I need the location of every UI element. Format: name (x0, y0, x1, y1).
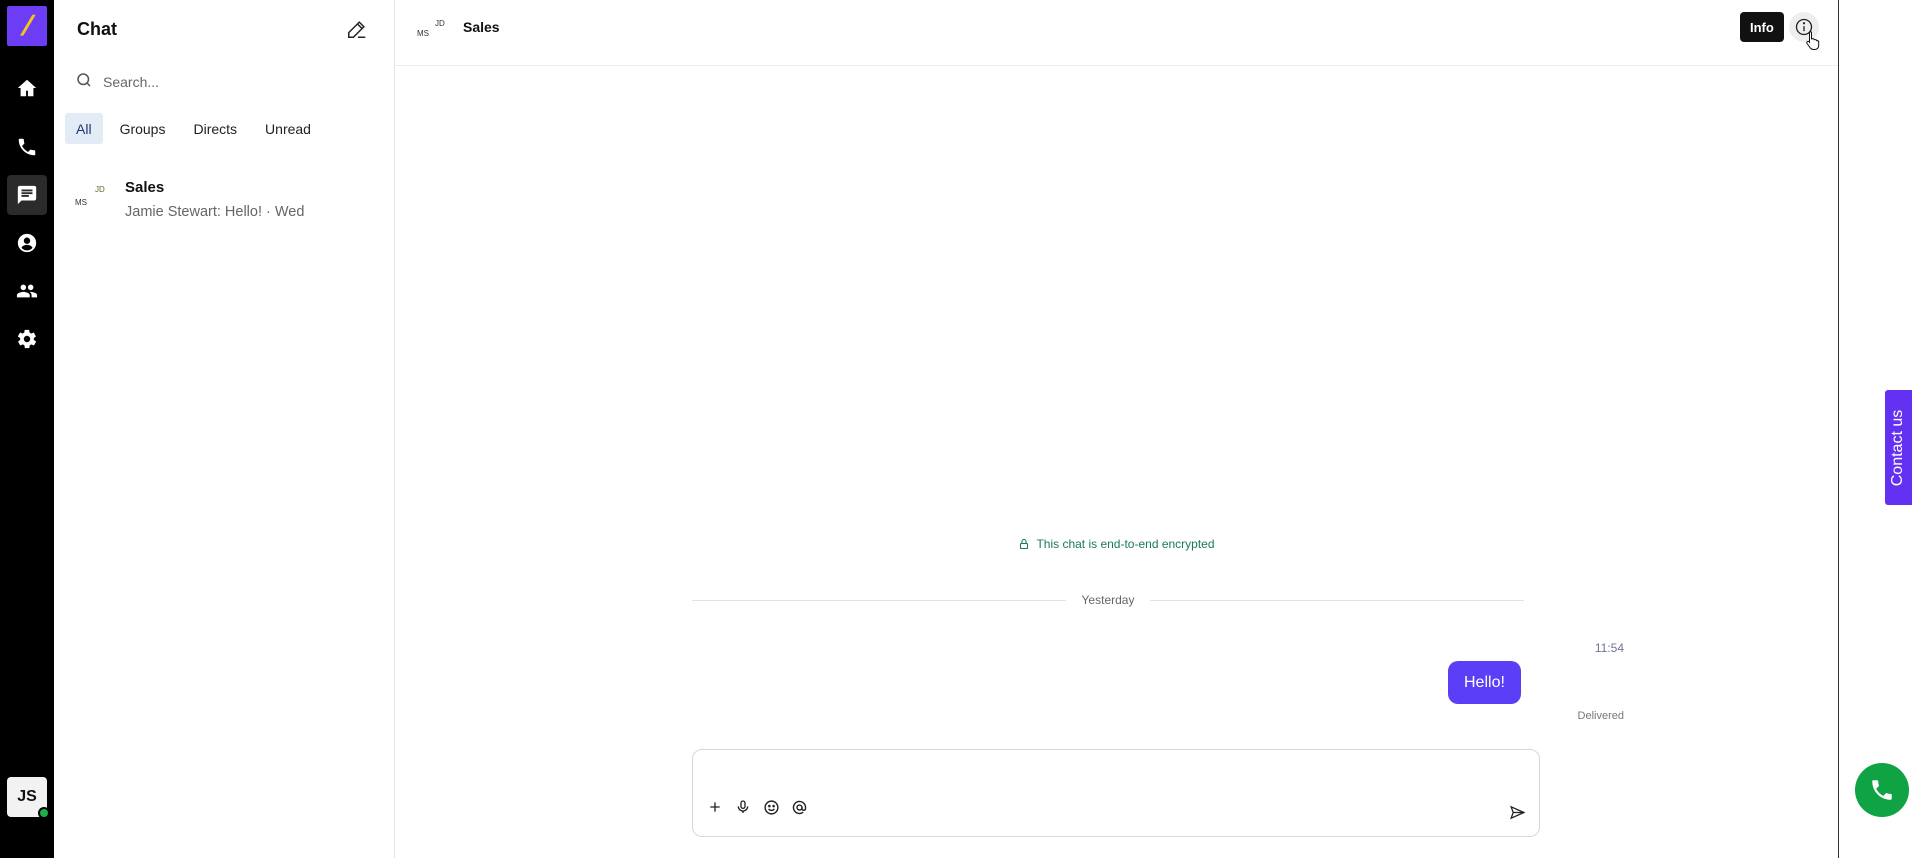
message-composer[interactable] (692, 749, 1540, 837)
message-time: 11:54 (1594, 641, 1624, 655)
chat-icon[interactable] (7, 175, 47, 215)
filter-tabs: All Groups Directs Unread (65, 113, 322, 144)
header-avatar-initials-1: MS (417, 29, 429, 38)
filter-groups[interactable]: Groups (109, 113, 177, 144)
day-label: Yesterday (1081, 593, 1135, 607)
mouse-cursor-icon (1805, 30, 1821, 55)
chat-header: MS JD Sales Info (395, 0, 1838, 66)
compose-icon[interactable] (344, 16, 370, 42)
phone-icon[interactable] (7, 127, 47, 167)
search-input[interactable] (103, 74, 353, 90)
conversation-text: Sales Jamie Stewart: Hello! · Wed (125, 179, 304, 220)
chat-title[interactable]: Sales (463, 19, 500, 35)
panel-title: Chat (77, 19, 117, 39)
logo-glyph: / (19, 10, 35, 41)
online-status-indicator (38, 807, 50, 819)
header-avatar: MS JD (415, 16, 449, 50)
search-icon (75, 71, 93, 94)
chat-main: MS JD Sales Info This chat is end-to-end… (395, 0, 1839, 858)
panel-divider (1838, 0, 1839, 858)
conversation-preview: Jamie Stewart: Hello! · Wed (125, 203, 305, 220)
mention-icon[interactable] (789, 797, 809, 817)
filter-unread[interactable]: Unread (254, 113, 322, 144)
group-avatar: MS JD (75, 182, 109, 216)
plus-icon[interactable] (705, 797, 725, 817)
phone-call-icon (1872, 780, 1892, 800)
day-divider: Yesterday (692, 593, 1524, 607)
avatar-initials-2: JD (95, 185, 105, 194)
emoji-icon[interactable] (761, 797, 781, 817)
conversation-item[interactable]: MS JD Sales Jamie Stewart: Hello! · Wed (75, 170, 375, 228)
contact-us-tab[interactable]: Contact us (1885, 390, 1912, 505)
settings-icon[interactable] (7, 319, 47, 359)
filter-all[interactable]: All (65, 113, 103, 144)
divider-line (692, 599, 1066, 601)
header-avatar-initials-2: JD (435, 19, 445, 28)
app: / JS Chat Search... All Groups Directs U… (0, 0, 1912, 858)
send-icon[interactable] (1507, 802, 1527, 822)
home-icon[interactable] (7, 68, 47, 108)
contact-us-label: Contact us (1889, 409, 1907, 486)
left-rail: / JS (0, 0, 54, 858)
search-bar (75, 68, 375, 96)
filter-directs[interactable]: Directs (182, 113, 248, 144)
encryption-text: This chat is end-to-end encrypted (1036, 537, 1215, 551)
lock-icon (1020, 538, 1029, 550)
contact-icon[interactable] (7, 223, 47, 263)
composer-tools (705, 797, 809, 817)
call-button[interactable] (1855, 763, 1909, 817)
avatar-initials-1: MS (75, 198, 87, 207)
message-bubble[interactable]: Hello! (1448, 661, 1521, 704)
chat-list-panel: Chat All Groups Directs Unread MS JD Sal… (54, 0, 395, 858)
info-tooltip: Info (1740, 12, 1784, 42)
encryption-notice: This chat is end-to-end encrypted (395, 537, 1838, 551)
microphone-icon[interactable] (733, 797, 753, 817)
conversation-name: Sales (125, 178, 165, 196)
divider-line (1150, 599, 1524, 601)
message-status: Delivered (1577, 710, 1624, 722)
people-icon[interactable] (7, 271, 47, 311)
app-logo[interactable]: / (7, 6, 47, 46)
